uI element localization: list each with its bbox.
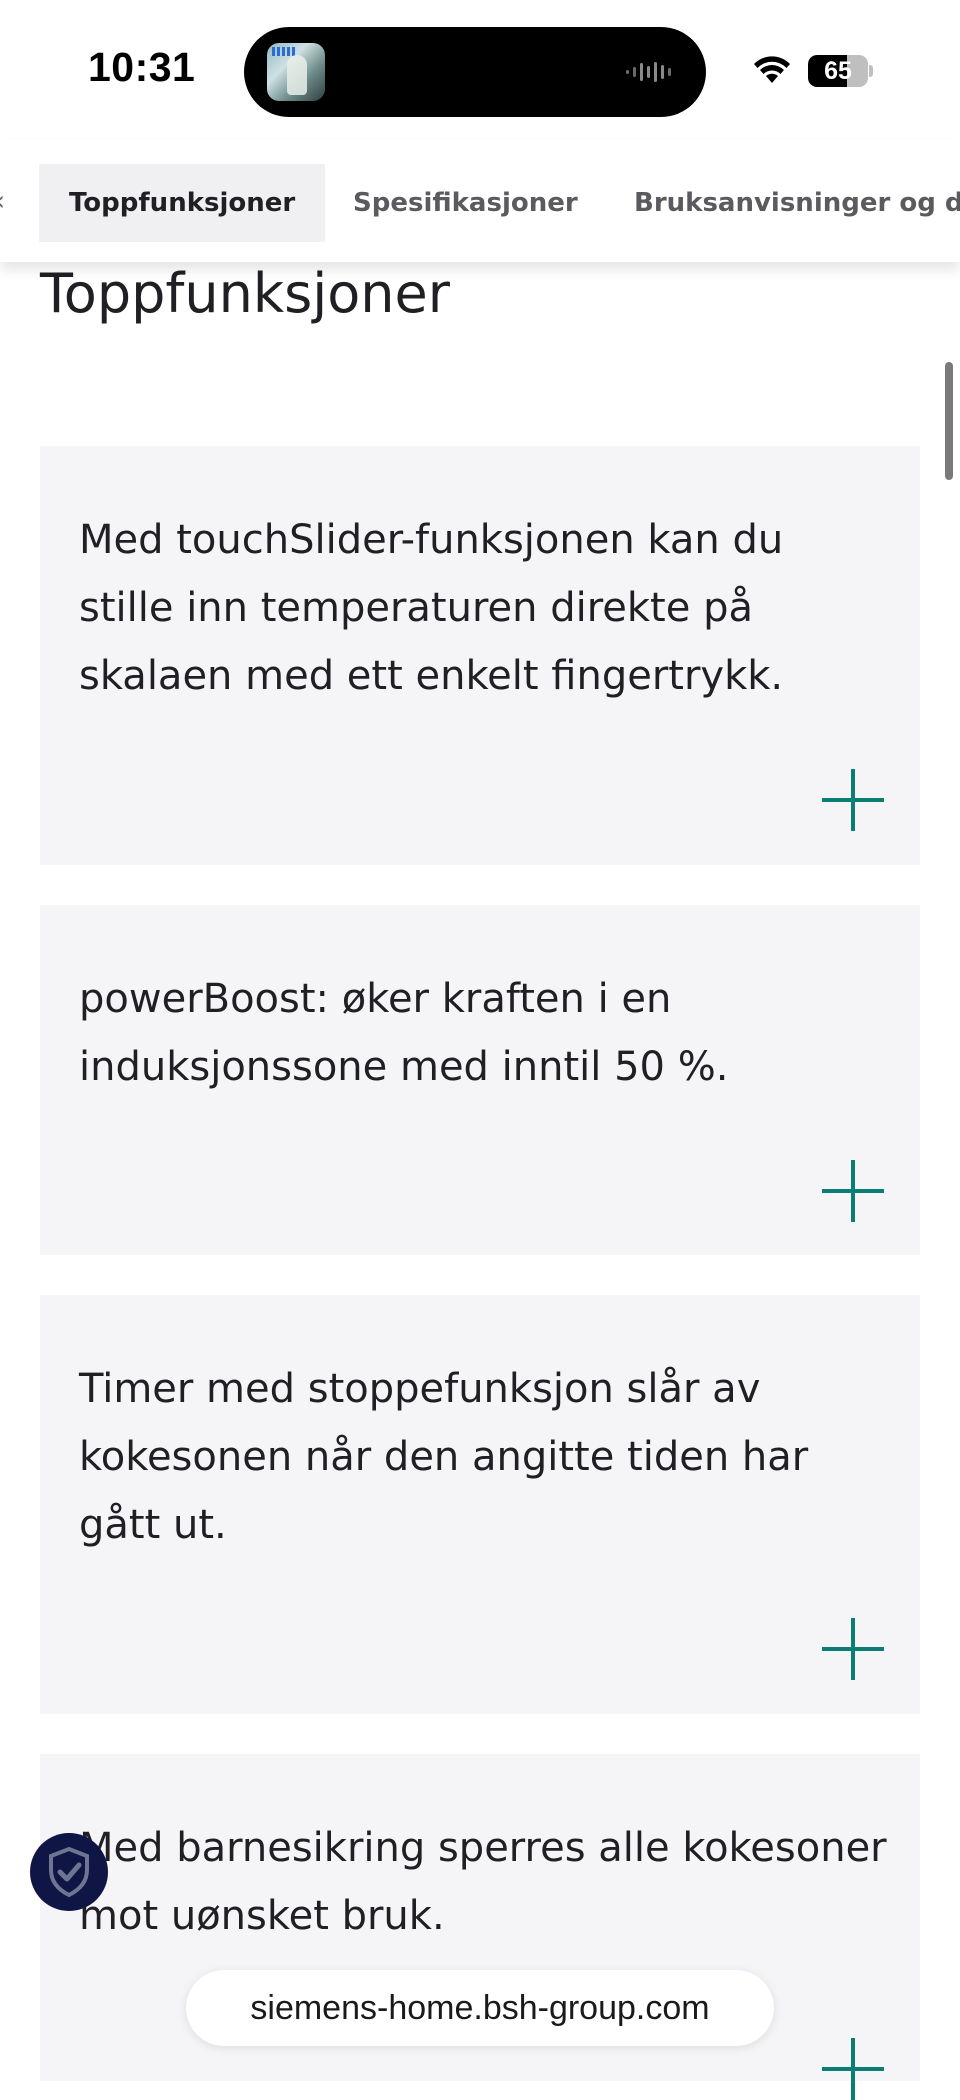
status-time: 10:31 [88,44,196,90]
scrollbar[interactable] [945,362,953,480]
tab-bar: ‹ Toppfunksjoner Spesifikasjoner Bruksan… [0,140,960,262]
plus-icon[interactable] [822,769,884,831]
feature-card: Med touchSlider-funksjonen kan du stille… [40,446,920,865]
shield-check-button[interactable] [30,1833,108,1911]
album-art-icon[interactable] [267,43,325,101]
feature-text: Timer med stoppefunksjon slår av kokeson… [79,1366,809,1548]
feature-card: Timer med stoppefunksjon slår av kokeson… [40,1295,920,1714]
shield-check-icon [49,1846,89,1898]
feature-card: powerBoost: øker kraften i en induksjons… [40,905,920,1255]
plus-icon[interactable] [822,1160,884,1222]
feature-text: Med barnesikring sperres alle kokesoner … [79,1825,887,1939]
tab-bruksanvisninger[interactable]: Bruksanvisninger og dokumenter [634,164,960,242]
tab-spesifikasjoner[interactable]: Spesifikasjoner [353,164,578,242]
address-bar[interactable]: siemens-home.bsh-group.com [186,1970,774,2046]
battery-cap [869,65,873,77]
tab-toppfunksjoner[interactable]: Toppfunksjoner [39,164,326,242]
plus-icon[interactable] [822,1618,884,1680]
chevron-left-icon[interactable]: ‹ [0,184,5,217]
dynamic-island[interactable] [244,27,706,117]
feature-text: powerBoost: øker kraften i en induksjons… [79,976,729,1090]
plus-icon[interactable] [822,2038,884,2100]
battery-percent: 65 [824,57,852,85]
feature-text: Med touchSlider-funksjonen kan du stille… [79,517,784,699]
wifi-icon [754,56,790,83]
section-title: Toppfunksjoner [40,262,450,325]
audio-waveform-icon [626,62,671,82]
status-bar: 10:31 65 [0,0,960,140]
battery-icon: 65 [808,55,868,87]
